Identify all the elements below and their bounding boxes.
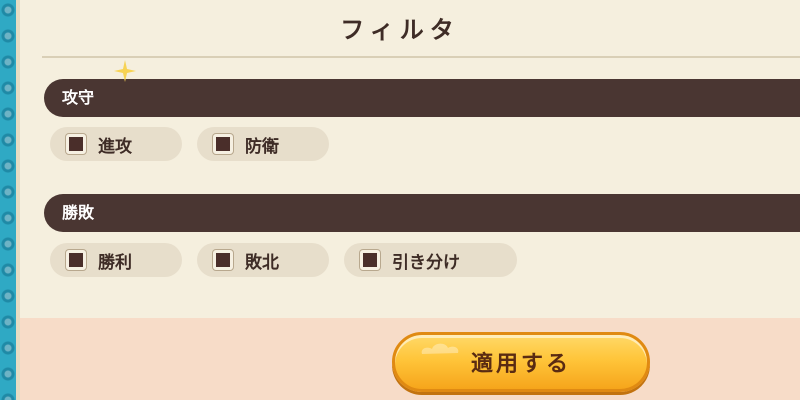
- checkbox[interactable]: [213, 250, 233, 270]
- filter-option-win[interactable]: 勝利: [50, 243, 182, 277]
- checkbox[interactable]: [66, 134, 86, 154]
- option-label: 進攻: [98, 136, 132, 157]
- filter-option-draw[interactable]: 引き分け: [344, 243, 517, 277]
- title-divider: [42, 56, 800, 58]
- checkbox[interactable]: [360, 250, 380, 270]
- filter-option-defense[interactable]: 防衛: [197, 127, 329, 161]
- section-label-win-loss: 勝敗: [62, 203, 95, 222]
- option-label: 防衛: [245, 136, 279, 157]
- checkbox[interactable]: [66, 250, 86, 270]
- cloud-icon: [421, 343, 459, 354]
- option-label: 引き分け: [392, 252, 460, 273]
- section-label-offense-defense: 攻守: [62, 88, 95, 107]
- dialog-title: フィルタ: [340, 16, 460, 44]
- option-label: 敗北: [245, 252, 279, 273]
- section-header-win-loss: [44, 194, 800, 232]
- sparkle-icon: [114, 60, 136, 82]
- filter-option-loss[interactable]: 敗北: [197, 243, 329, 277]
- section-header-offense-defense: [44, 79, 800, 117]
- filter-option-attack[interactable]: 進攻: [50, 127, 182, 161]
- decorative-wave-border: [0, 0, 16, 400]
- apply-button-label: 適用する: [470, 352, 571, 377]
- option-label: 勝利: [98, 252, 132, 273]
- checkbox[interactable]: [213, 134, 233, 154]
